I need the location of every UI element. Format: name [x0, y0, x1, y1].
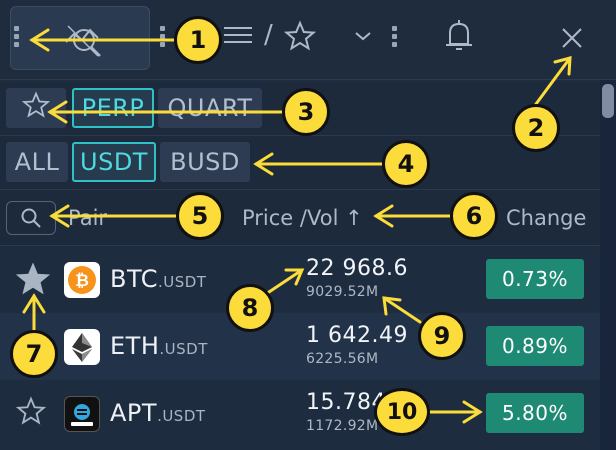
volume: 1172.92M	[306, 418, 379, 434]
close-icon[interactable]	[558, 24, 586, 52]
table-row[interactable]: ETH.USDT 1 642.49 6225.56M 0.89%	[0, 313, 600, 380]
base-asset: APT	[110, 399, 158, 427]
grip-handle-icon[interactable]	[14, 26, 19, 50]
callout-badge: 7	[10, 330, 58, 378]
market-watch-icon[interactable]	[62, 20, 106, 60]
list-icon[interactable]	[222, 22, 256, 50]
table-header: Pair Price /Vol ↑ Change	[0, 190, 600, 246]
tab-all[interactable]: ALL	[6, 142, 68, 182]
toolbar-separator: /	[264, 20, 273, 50]
tab-perp[interactable]: PERP	[72, 88, 154, 128]
callout-badge: 6	[450, 192, 498, 240]
tab-usdt[interactable]: USDT	[72, 142, 156, 182]
chevron-down-icon[interactable]	[354, 30, 372, 42]
table-row[interactable]: APT.USDT 15.784 1172.92M 5.80%	[0, 380, 600, 447]
bell-icon[interactable]	[442, 18, 476, 54]
star-outline-icon	[21, 91, 51, 125]
column-header-pair[interactable]: Pair	[68, 206, 107, 230]
change-badge[interactable]: 0.89%	[486, 326, 584, 366]
callout-badge: 8	[226, 284, 274, 332]
tab-quart[interactable]: QUART	[158, 88, 262, 128]
search-button[interactable]	[6, 201, 56, 235]
pair-symbol: APT.USDT	[110, 399, 206, 427]
ethereum-icon	[64, 329, 100, 365]
favorites-filter-button[interactable]	[6, 88, 66, 128]
svg-text:₿: ₿	[75, 271, 89, 291]
grip-handle-icon[interactable]	[392, 26, 397, 50]
callout-badge: 3	[282, 88, 330, 136]
change-badge[interactable]: 5.80%	[486, 393, 584, 433]
scrollbar-thumb[interactable]	[602, 84, 614, 118]
callout-badge: 10	[374, 388, 430, 436]
last-price: 1 642.49	[306, 323, 408, 348]
column-header-change[interactable]: Change	[506, 206, 586, 230]
search-icon	[20, 207, 42, 233]
tab-busd[interactable]: BUSD	[160, 142, 250, 182]
scrollbar-track[interactable]	[600, 80, 616, 450]
callout-badge: 4	[382, 140, 430, 188]
favorites-star-icon[interactable]	[284, 20, 316, 52]
column-header-price-vol[interactable]: Price /Vol ↑	[242, 206, 363, 230]
volume: 6225.56M	[306, 351, 379, 367]
pair-symbol: ETH.USDT	[110, 332, 208, 360]
callout-badge: 5	[176, 192, 224, 240]
grip-handle-icon[interactable]	[160, 26, 165, 50]
table-row[interactable]: ₿ BTC.USDT 22 968.6 9029.52M 0.73%	[0, 246, 600, 313]
base-asset: BTC	[110, 265, 158, 293]
quote-asset: .USDT	[157, 273, 207, 291]
quote-asset: .USDT	[157, 407, 206, 425]
favorite-star-outline-icon[interactable]	[15, 396, 50, 430]
bitcoin-icon: ₿	[64, 262, 100, 298]
callout-badge: 9	[418, 312, 466, 360]
quote-filter-row: ALL USDT BUSD	[0, 136, 600, 190]
callout-badge: 1	[174, 16, 222, 64]
volume: 9029.52M	[306, 284, 379, 300]
favorite-star-filled-icon[interactable]	[15, 262, 51, 296]
change-badge[interactable]: 0.73%	[486, 259, 584, 299]
base-asset: ETH	[110, 332, 160, 360]
quote-asset: .USDT	[159, 340, 208, 358]
aptos-icon	[64, 396, 100, 432]
callout-badge: 2	[512, 104, 560, 152]
last-price: 22 968.6	[306, 256, 408, 281]
pair-symbol: BTC.USDT	[110, 265, 206, 293]
toolbar: /	[0, 0, 616, 80]
